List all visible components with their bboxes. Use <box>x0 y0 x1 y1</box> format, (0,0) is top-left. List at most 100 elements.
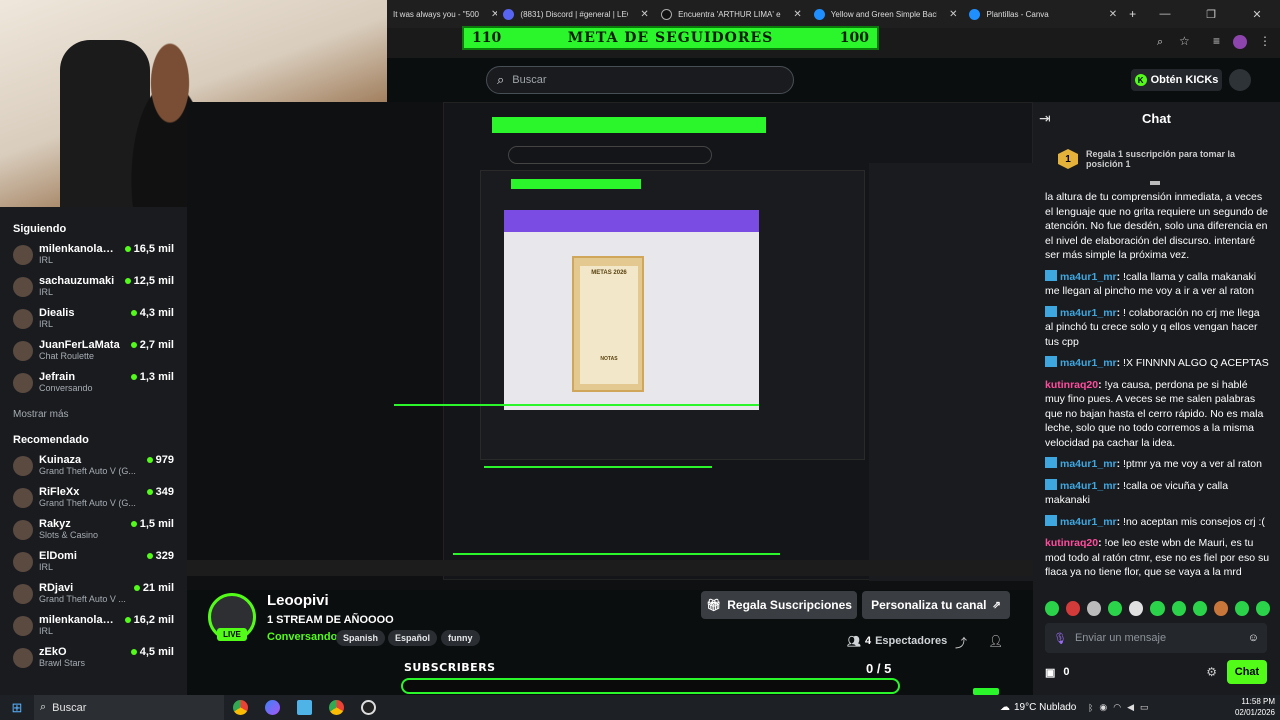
clock-time: 11:58 PM <box>1241 697 1275 706</box>
files-app-icon[interactable] <box>288 700 320 715</box>
chat-input[interactable]: 🎙︎ Enviar un mensaje ☺ <box>1045 623 1267 653</box>
sidebar-channel-text: milenkanolasco IRL <box>39 243 119 265</box>
battery-icon[interactable]: ▭ <box>1140 702 1149 713</box>
chat-message: ma4ur1_mr: !no aceptan mis consejos crj … <box>1045 514 1270 530</box>
emote-icon[interactable] <box>1234 601 1249 616</box>
sidebar-channel-item[interactable]: ElDomi IRL 329 <box>13 550 174 582</box>
chat-username[interactable]: ma4ur1_mr <box>1060 516 1117 528</box>
gear-icon[interactable]: ⚙ <box>1206 665 1217 679</box>
viewer-count: 16,5 mil <box>124 243 174 255</box>
browser-tab[interactable]: Yellow and Green Simple Back ✕ <box>808 0 964 28</box>
new-tab-button[interactable]: + <box>1123 0 1142 28</box>
emoji-icon[interactable]: ☺ <box>1248 632 1259 644</box>
volume-icon[interactable]: ◀︎ <box>1127 702 1134 713</box>
emote-icon[interactable] <box>1213 601 1228 616</box>
chat-username[interactable]: ma4ur1_mr <box>1060 307 1117 319</box>
get-kicks-button[interactable]: K Obtén KICKs <box>1131 69 1222 91</box>
live-dot-icon <box>124 278 131 284</box>
copilot-app-icon[interactable] <box>256 700 288 715</box>
chat-send-button[interactable]: Chat <box>1227 660 1267 684</box>
drag-handle-icon[interactable] <box>1150 181 1160 185</box>
browser-tab[interactable]: (8831) Discord | #general | LEO ✕ <box>497 0 655 28</box>
emote-icon[interactable] <box>1087 601 1102 616</box>
tray-app-icon[interactable]: ◉ <box>1099 702 1107 713</box>
emote-icon[interactable] <box>1171 601 1186 616</box>
obs-app-icon[interactable] <box>352 700 384 715</box>
show-more-link[interactable]: Mostrar más <box>13 409 174 420</box>
gift-subs-button[interactable]: 🎁︎ Regala Suscripciones <box>701 591 857 619</box>
playlist-icon[interactable]: ≡ <box>1213 34 1220 48</box>
stream-category[interactable]: Conversando <box>267 631 337 643</box>
emote-icon[interactable] <box>1066 601 1081 616</box>
weather-widget[interactable]: ☁ 19°C Nublado <box>1000 695 1076 720</box>
viewer-count-value: 16,5 mil <box>133 243 174 255</box>
close-icon[interactable]: ✕ <box>793 9 801 20</box>
avatar[interactable] <box>1229 69 1251 91</box>
tag-chip[interactable]: funny <box>441 630 480 646</box>
customize-channel-button[interactable]: Personaliza tu canal ⇗ <box>862 591 1010 619</box>
taskbar-search[interactable]: ⌕ Buscar <box>34 695 224 720</box>
rank-badge-icon: 1 <box>1058 149 1078 169</box>
chat-username[interactable]: ma4ur1_mr <box>1060 357 1117 369</box>
discord-icon <box>503 8 515 20</box>
chat-username[interactable]: ma4ur1_mr <box>1060 271 1117 283</box>
chat-username[interactable]: ma4ur1_mr <box>1060 480 1117 492</box>
channel-name[interactable]: Leoopivi <box>267 592 329 609</box>
sidebar-channel-item[interactable]: JuanFerLaMata Chat Roulette 2,7 mil <box>13 339 174 371</box>
zoom-icon[interactable]: ⌕ <box>1157 36 1163 49</box>
follow-user-icon[interactable]: 👤︎ <box>988 634 1003 648</box>
browser-tab[interactable]: Encuentra 'ARTHUR LIMA' en T ✕ <box>655 0 808 28</box>
sidebar-channel-item[interactable]: milenkanolasco IRL 16,2 mil <box>13 614 174 646</box>
emote-icon[interactable] <box>1192 601 1207 616</box>
close-icon[interactable]: ✕ <box>949 9 957 20</box>
share-icon[interactable]: ⤴ <box>955 634 967 651</box>
sidebar-channel-item[interactable]: Diealis IRL 4,3 mil <box>13 307 174 339</box>
wifi-icon[interactable]: ◠ <box>1113 702 1121 713</box>
scroll-button[interactable] <box>973 688 999 695</box>
emote-icon[interactable] <box>1129 601 1144 616</box>
sidebar-channel-item[interactable]: RiFleXx Grand Theft Auto V (G... 349 <box>13 486 174 518</box>
channel-category: Chat Roulette <box>39 351 95 361</box>
profile-icon[interactable] <box>1233 35 1247 49</box>
emote-icon[interactable] <box>1255 601 1271 616</box>
sidebar-channel-item[interactable]: sachauzumaki IRL 12,5 mil <box>13 275 174 307</box>
close-icon[interactable]: ✕ <box>1109 9 1117 20</box>
tag-chip[interactable]: Español <box>388 630 438 646</box>
close-window-button[interactable]: ✕ <box>1234 8 1280 21</box>
clock[interactable]: 11:58 PM 02/01/2026 <box>1225 696 1275 718</box>
system-tray[interactable]: ᛒ ◉ ◠ ◀︎ ▭ <box>1088 695 1149 720</box>
chat-username[interactable]: kutinraq20 <box>1045 537 1098 549</box>
search-input[interactable]: ⌕ Buscar <box>486 66 794 94</box>
kicks-balance[interactable]: ▣ 0 <box>1045 666 1070 679</box>
sidebar-channel-item[interactable]: milenkanolasco IRL 16,5 mil <box>13 243 174 275</box>
maximize-button[interactable]: ❐ <box>1188 8 1234 21</box>
emote-icon[interactable] <box>1045 601 1060 616</box>
sidebar-channel-item[interactable]: Kuinaza Grand Theft Auto V (G... 979 <box>13 454 174 486</box>
sidebar-channel-item[interactable]: zEkO Brawl Stars 4,5 mil <box>13 646 174 678</box>
emote-icon[interactable] <box>1150 601 1165 616</box>
sidebar-channel-item[interactable]: RDjavi Grand Theft Auto V ... 21 mil <box>13 582 174 614</box>
close-icon[interactable]: ✕ <box>640 9 648 20</box>
microphone-icon[interactable]: 🎙︎ <box>1053 632 1067 645</box>
emote-icon[interactable] <box>1108 601 1123 616</box>
windows-start-icon[interactable]: ⊞ <box>0 700 34 716</box>
browser-tab[interactable]: It was always you - "500 ✕ <box>387 0 497 28</box>
sidebar-channel-item[interactable]: Rakyz Slots & Casino 1,5 mil <box>13 518 174 550</box>
chrome-app-icon[interactable] <box>320 700 352 715</box>
chat-username[interactable]: kutinraq20 <box>1045 379 1098 391</box>
bluetooth-icon[interactable]: ᛒ <box>1088 703 1093 713</box>
viewer-count: 979 <box>146 454 174 466</box>
bookmark-star-icon[interactable]: ☆ <box>1179 34 1190 48</box>
tag-chip[interactable]: Spanish <box>336 630 386 646</box>
sidebar-channel-item[interactable]: Jefrain Conversando 1,3 mil <box>13 371 174 403</box>
menu-icon[interactable]: ⋮ <box>1259 34 1271 48</box>
chrome-app-icon[interactable] <box>224 700 256 715</box>
tab-label: Plantillas - Canva <box>986 9 1049 19</box>
goal-left-number: 110 <box>472 30 502 46</box>
viewer-count: 2,7 mil <box>130 339 174 351</box>
pinned-gift-banner[interactable]: 1 Regala 1 suscripción para tomar la pos… <box>1058 145 1268 173</box>
browser-tab[interactable]: Plantillas - Canva ✕ <box>963 0 1123 28</box>
minimize-button[interactable]: — <box>1142 8 1188 21</box>
chat-username[interactable]: ma4ur1_mr <box>1060 458 1117 470</box>
viewer-count: 👥︎ 4 Espectadores <box>847 635 947 648</box>
